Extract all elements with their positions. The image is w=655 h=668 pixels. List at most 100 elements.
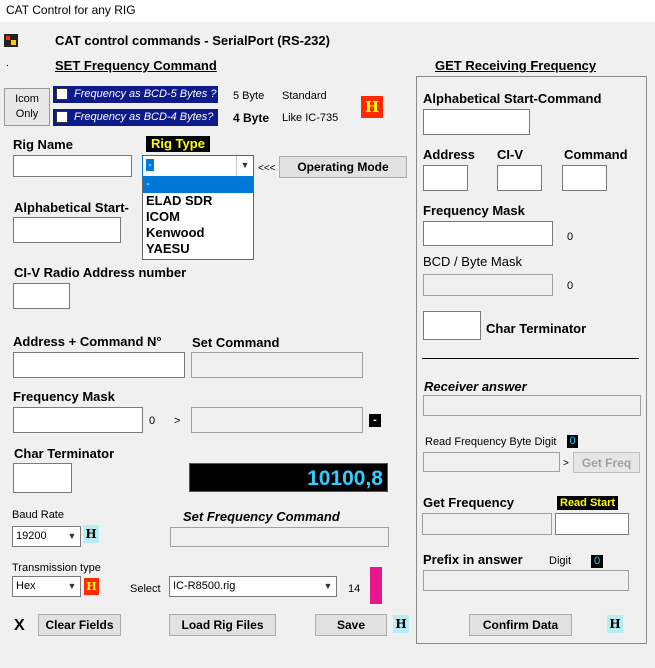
get-command-input[interactable] [562,165,607,191]
freq-mask-zero: 0 [149,415,156,427]
trans-h-button[interactable]: H [84,578,99,595]
bcd-mask-input[interactable] [423,274,553,296]
alpha-start-input[interactable] [13,217,121,243]
confirm-h-button[interactable]: H [607,615,623,633]
set-section-title: SET Frequency Command [55,58,217,73]
prefix-input[interactable] [423,570,629,591]
read-byte-digit-label: Read Frequency Byte Digit [425,436,557,448]
digit-label: Digit [549,555,572,567]
rig-type-dropdown[interactable]: - ELAD SDR ICOM Kenwood YAESU [142,177,254,260]
get-char-term-input[interactable] [423,311,481,340]
bcd5-checkbox[interactable] [56,88,68,100]
addr-cmd-input[interactable] [13,352,185,378]
get-civ-input[interactable] [497,165,542,191]
bcd4-desc: Like IC-735 [282,112,339,124]
get-freq-mask-zero: 0 [567,231,574,243]
get-alpha-start-input[interactable] [423,109,530,135]
get-char-term-label: Char Terminator [486,321,587,336]
trans-select[interactable]: Hex ▼ [12,576,81,597]
baud-select[interactable]: 19200 ▼ [12,526,81,547]
select-label: Select [130,583,161,595]
confirm-data-button[interactable]: Confirm Data [469,614,572,636]
bcd4-count: 4 Byte [233,111,270,125]
operating-mode-button[interactable]: Operating Mode [279,156,407,178]
rig-type-select[interactable]: - ▼ [142,155,254,177]
get-freq-mask-input[interactable] [423,221,553,246]
baud-value: 19200 [16,530,47,542]
char-term-label: Char Terminator [14,446,115,461]
read-byte-input[interactable] [423,452,560,472]
freq-mask-label: Frequency Mask [13,389,115,404]
rig-file-value: IC-R8500.rig [173,580,236,592]
addr-cmd-label: Address + Command N° [13,334,162,349]
divider [422,358,639,359]
h-red-button[interactable]: H [361,96,383,118]
get-section-title: GET Receiving Frequency [435,58,597,73]
freq-mask-gt: > [174,415,181,427]
page-title: CAT control commands - SerialPort (RS-23… [55,33,330,48]
civ-input[interactable] [13,283,70,309]
close-icon[interactable]: X [14,617,25,635]
rig-name-input[interactable] [13,155,132,177]
set-command-label: Set Command [192,335,280,350]
get-address-input[interactable] [423,165,468,191]
magenta-indicator [370,567,382,604]
get-civ-label: CI-V [497,147,523,162]
arrow-text: <<< [258,163,276,174]
read-byte-gt: > [563,458,569,469]
baud-label: Baud Rate [12,509,64,521]
rig-type-label: Rig Type [146,136,210,152]
clear-fields-button[interactable]: Clear Fields [38,614,121,636]
save-button[interactable]: Save [315,614,387,636]
set-command-input[interactable] [191,352,363,378]
char-term-input[interactable] [13,463,72,493]
rig-name-label: Rig Name [13,137,73,152]
trans-type-label: Transmission type [12,562,101,574]
rig-type-option[interactable]: Kenwood [143,225,253,241]
freq-mask-input[interactable] [13,407,143,433]
get-freq-mask-label: Frequency Mask [423,203,525,218]
rig-type-option[interactable]: YAESU [143,241,253,257]
alpha-start-label: Alphabetical Start- [14,200,129,215]
civ-label: CI-V Radio Address number [14,265,187,280]
get-address-label: Address [423,147,476,162]
bcd5-label: Frequency as BCD-5 Bytes ? [74,88,217,100]
chevron-down-icon[interactable]: ▼ [320,577,336,596]
digit-value: 0 [591,555,603,568]
get-alpha-start-label: Alphabetical Start-Command [423,91,602,106]
read-start-input[interactable] [555,513,629,535]
app-icon [4,34,18,47]
rig-type-option[interactable]: ICOM [143,209,253,225]
chevron-down-icon[interactable]: ▼ [64,527,80,546]
bcd4-checkbox[interactable] [56,111,68,123]
baud-h-button[interactable]: H [83,525,99,543]
receiver-answer-input[interactable] [423,395,641,416]
set-freq-cmd-label: Set Frequency Command [183,509,340,524]
get-frequency-input[interactable] [422,513,552,535]
minus-button[interactable]: - [369,414,381,427]
bcd4-label: Frequency as BCD-4 Bytes? [74,111,214,123]
prefix-label: Prefix in answer [423,552,523,567]
bcd5-count: 5 Byte [233,90,265,102]
rig-type-option[interactable]: ELAD SDR [143,193,253,209]
trans-value: Hex [16,580,36,592]
rig-type-value: - [146,159,154,171]
get-command-label: Command [564,147,628,162]
chevron-down-icon[interactable]: ▼ [64,577,80,596]
receiver-answer-label: Receiver answer [424,379,527,394]
set-freq-cmd-input[interactable] [170,527,389,547]
read-byte-digit-value: 0 [567,435,578,448]
freq-display-value: 10100,8 [307,467,383,490]
rig-file-select[interactable]: IC-R8500.rig ▼ [169,576,337,597]
freq-display: 10100,8 [189,463,388,492]
rig-type-option[interactable]: - [143,178,253,193]
bcd5-desc: Standard [282,90,327,102]
bcd-mask-label: BCD / Byte Mask [423,254,522,269]
freq-mask-output[interactable] [191,407,363,433]
chevron-down-icon[interactable]: ▼ [236,156,253,176]
get-freq-button[interactable]: Get Freq [573,452,640,473]
load-rig-files-button[interactable]: Load Rig Files [169,614,276,636]
icom-only-label: Icom Only [4,88,50,126]
save-h-button[interactable]: H [393,615,409,633]
read-start-label: Read Start [557,496,619,510]
